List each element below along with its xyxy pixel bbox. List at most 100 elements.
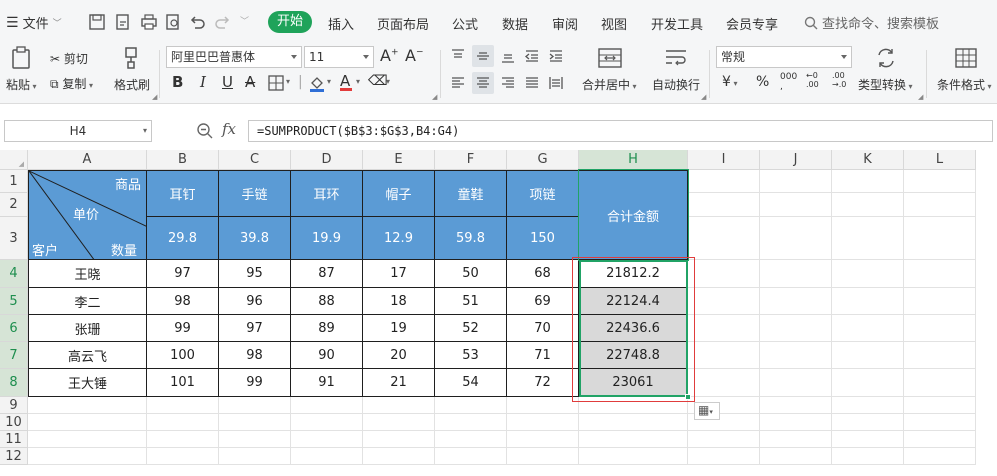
quantity-cell[interactable]: 98: [147, 288, 219, 315]
merge-center-button[interactable]: 合并居中 ▾: [582, 76, 637, 93]
grid-cell[interactable]: [904, 414, 976, 431]
total-amount-cell[interactable]: 22436.6: [579, 315, 688, 342]
grid-cell[interactable]: [760, 414, 832, 431]
total-header-cell[interactable]: 合计金额: [579, 170, 688, 260]
row-header-4[interactable]: 4: [0, 260, 28, 288]
grid-cell[interactable]: [147, 414, 219, 431]
wrap-text-button[interactable]: 自动换行: [652, 76, 700, 93]
grid-cell[interactable]: [579, 414, 688, 431]
align-top-icon[interactable]: [450, 48, 466, 64]
grid-cell[interactable]: [688, 342, 760, 369]
grid-cell[interactable]: [904, 260, 976, 288]
grid-cell[interactable]: [832, 369, 904, 397]
quantity-cell[interactable]: 95: [219, 260, 291, 288]
quantity-cell[interactable]: 89: [291, 315, 363, 342]
quantity-cell[interactable]: 97: [219, 315, 291, 342]
grid-cell[interactable]: [832, 431, 904, 448]
column-header-g[interactable]: G: [507, 150, 579, 170]
unit-price-cell[interactable]: 59.8: [435, 217, 507, 260]
grid-cell[interactable]: [688, 193, 760, 217]
customer-name-cell[interactable]: 高云飞: [28, 342, 147, 369]
thousands-separator-button[interactable]: 000,: [780, 72, 797, 92]
column-header-b[interactable]: B: [147, 150, 219, 170]
row-header-2[interactable]: 2: [0, 193, 28, 217]
quantity-cell[interactable]: 52: [435, 315, 507, 342]
save-icon[interactable]: [88, 13, 106, 31]
quantity-cell[interactable]: 100: [147, 342, 219, 369]
grid-cell[interactable]: [760, 342, 832, 369]
name-box[interactable]: H4 ▾: [4, 120, 152, 142]
grid-cell[interactable]: [760, 193, 832, 217]
grid-cell[interactable]: [760, 260, 832, 288]
tab-member[interactable]: 会员专享: [726, 14, 778, 33]
select-all-corner[interactable]: ◢: [0, 150, 28, 170]
quantity-cell[interactable]: 99: [219, 369, 291, 397]
fill-handle[interactable]: [685, 394, 691, 400]
grid-cell[interactable]: [904, 431, 976, 448]
total-amount-cell[interactable]: 22748.8: [579, 342, 688, 369]
column-header-e[interactable]: E: [363, 150, 435, 170]
column-header-f[interactable]: F: [435, 150, 507, 170]
column-header-k[interactable]: K: [832, 150, 904, 170]
align-right-icon[interactable]: [500, 75, 516, 91]
quick-analysis-button[interactable]: ▦▾: [694, 402, 720, 420]
product-header-cell[interactable]: 帽子: [363, 170, 435, 217]
conditional-format-button[interactable]: 条件格式 ▾: [937, 76, 992, 93]
tab-data[interactable]: 数据: [502, 14, 528, 33]
row-header-6[interactable]: 6: [0, 315, 28, 342]
grid-cell[interactable]: [291, 448, 363, 465]
grid-cell[interactable]: [147, 448, 219, 465]
grid-cell[interactable]: [832, 448, 904, 465]
row-header-8[interactable]: 8: [0, 369, 28, 397]
chevron-down-icon[interactable]: ▾: [286, 77, 290, 86]
grid-cell[interactable]: [688, 217, 760, 260]
grid-cell[interactable]: [28, 448, 147, 465]
grid-cell[interactable]: [688, 315, 760, 342]
quantity-cell[interactable]: 101: [147, 369, 219, 397]
quantity-cell[interactable]: 72: [507, 369, 579, 397]
row-header-10[interactable]: 10: [0, 414, 28, 431]
grid-cell[interactable]: [832, 342, 904, 369]
chevron-down-icon[interactable]: ▾: [327, 77, 331, 86]
total-amount-cell[interactable]: 22124.4: [579, 288, 688, 315]
unit-price-cell[interactable]: 19.9: [291, 217, 363, 260]
column-header-c[interactable]: C: [219, 150, 291, 170]
quantity-cell[interactable]: 98: [219, 342, 291, 369]
row-header-7[interactable]: 7: [0, 342, 28, 369]
quantity-cell[interactable]: 70: [507, 315, 579, 342]
distributed-align-icon[interactable]: [548, 75, 564, 91]
column-header-d[interactable]: D: [291, 150, 363, 170]
grid-cell[interactable]: [832, 414, 904, 431]
grid-cell[interactable]: [435, 397, 507, 414]
align-center-icon[interactable]: [475, 75, 491, 91]
type-convert-button[interactable]: 类型转换 ▾: [858, 76, 913, 93]
bold-button[interactable]: B: [172, 73, 183, 91]
customer-name-cell[interactable]: 王大锤: [28, 369, 147, 397]
grid-cell[interactable]: [760, 217, 832, 260]
align-middle-icon[interactable]: [475, 48, 491, 64]
grid-cell[interactable]: [579, 397, 688, 414]
zoom-icon[interactable]: [196, 122, 214, 140]
grid-cell[interactable]: [363, 431, 435, 448]
row-header-5[interactable]: 5: [0, 288, 28, 315]
diagonal-header-cell[interactable]: 商品 单价 客户 数量: [28, 170, 148, 261]
grid-cell[interactable]: [507, 414, 579, 431]
grid-cell[interactable]: [291, 414, 363, 431]
grid-cell[interactable]: [760, 369, 832, 397]
percent-button[interactable]: %: [756, 74, 769, 90]
format-painter-icon[interactable]: [120, 46, 142, 70]
grid-cell[interactable]: [760, 431, 832, 448]
customer-name-cell[interactable]: 王晓: [28, 260, 147, 288]
grid-cell[interactable]: [435, 431, 507, 448]
product-header-cell[interactable]: 项链: [507, 170, 579, 217]
grid-cell[interactable]: [832, 260, 904, 288]
grid-cell[interactable]: [904, 170, 976, 193]
grid-cell[interactable]: [688, 448, 760, 465]
decrease-decimal-icon[interactable]: .00 →.0: [832, 71, 846, 89]
customer-name-cell[interactable]: 李二: [28, 288, 147, 315]
unit-price-cell[interactable]: 39.8: [219, 217, 291, 260]
product-header-cell[interactable]: 耳钉: [147, 170, 219, 217]
quantity-cell[interactable]: 18: [363, 288, 435, 315]
grid-cell[interactable]: [904, 342, 976, 369]
grid-cell[interactable]: [760, 315, 832, 342]
